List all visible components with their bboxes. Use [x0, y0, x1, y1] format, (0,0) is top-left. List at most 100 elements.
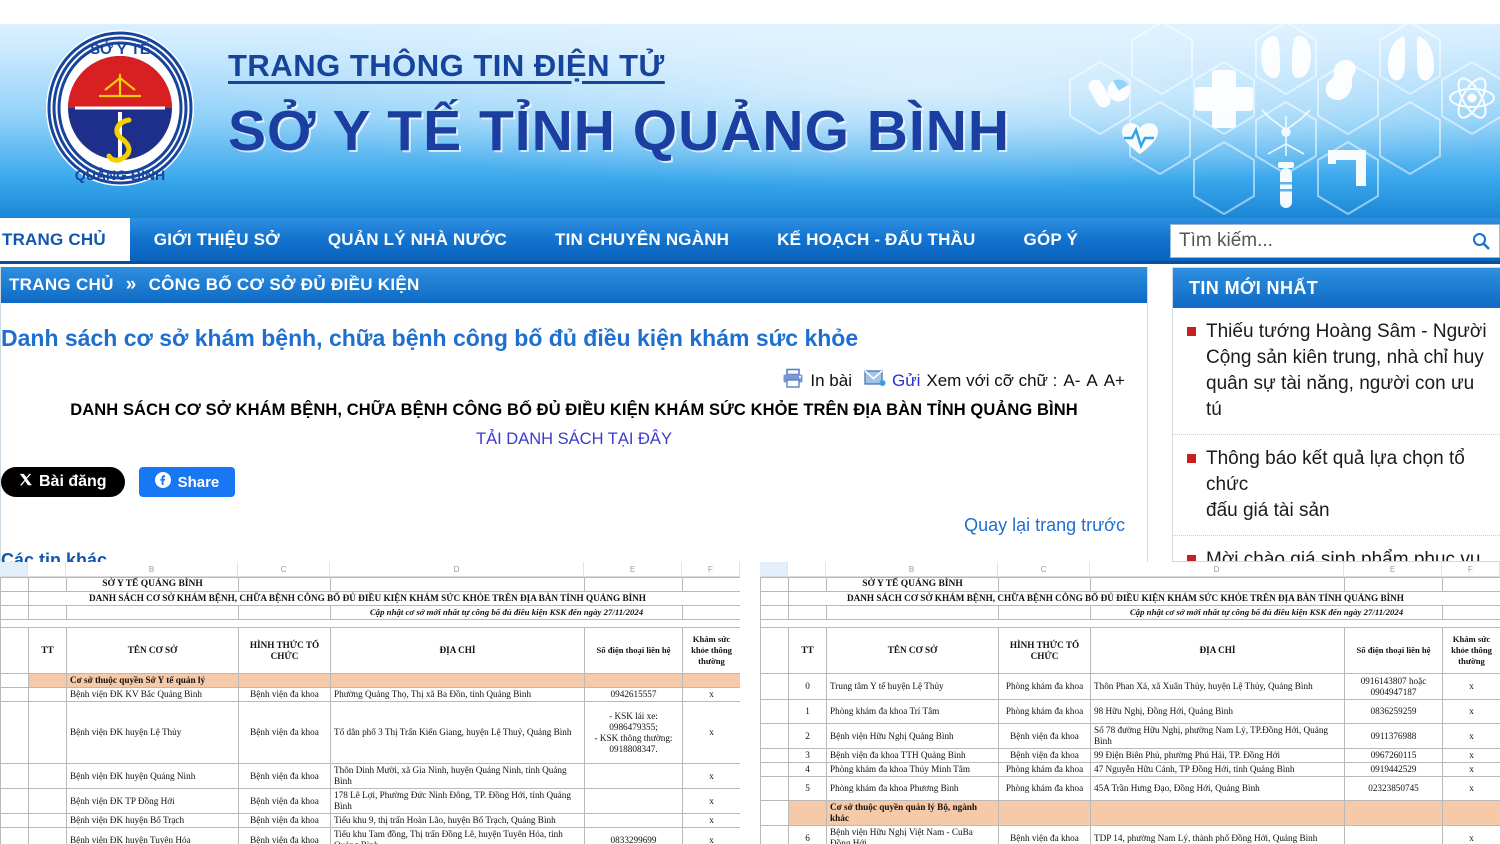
cell-name[interactable]: Bệnh viện ĐK TP Đồng Hới [67, 789, 239, 814]
cell-ksk[interactable]: x [1443, 749, 1500, 763]
column-header-row[interactable]: B C D E F [760, 562, 1500, 577]
cell-ksk[interactable]: x [683, 688, 741, 702]
back-link[interactable]: Quay lại trang trước [1, 515, 1147, 536]
table-row[interactable]: Bệnh viện ĐK KV Bắc Quảng Bình Bệnh viện… [1, 688, 741, 702]
cell-phone[interactable]: 0833299699 [585, 828, 683, 844]
table-row[interactable]: 3 Bệnh viện đa khoa TTH Quảng Bình Bệnh … [761, 749, 1500, 763]
cell-type[interactable]: Bệnh viện đa khoa [239, 828, 331, 844]
download-list-link[interactable]: TẢI DANH SÁCH TẠI ĐÂY [1, 430, 1147, 449]
nav-item-gop-y[interactable]: GÓP Ý [1000, 218, 1103, 261]
column-header-b[interactable]: B [826, 562, 998, 576]
sidebar-news-title[interactable]: Mời chào giá sinh phẩm phục vụ khám chữa… [1206, 547, 1480, 562]
cell-address[interactable]: Số 78 đường Hữu Nghị, phường Nam Lý, TP.… [1091, 724, 1345, 749]
main-navigation[interactable]: TRANG CHỦ GIỚI THIỆU SỞ QUẢN LÝ NHÀ NƯỚC… [0, 218, 1500, 264]
column-header-f[interactable]: F [1442, 562, 1500, 576]
cell-address[interactable]: 178 Lê Lợi, Phường Đức Ninh Đông, TP. Đồ… [331, 789, 585, 814]
cell-stt[interactable]: 2 [789, 724, 827, 749]
cell-stt[interactable]: 1 [789, 700, 827, 724]
cell-type[interactable]: Phòng khám đa khoa [999, 700, 1091, 724]
nav-item-trang-chu[interactable]: TRANG CHỦ [0, 218, 130, 261]
cell-name[interactable]: Bệnh viện ĐK huyện Bố Trạch [67, 814, 239, 828]
cell-ksk[interactable]: x [683, 702, 741, 764]
cell-address[interactable]: 45A Trần Hưng Đạo, Đồng Hới, Quảng Bình [1091, 777, 1345, 801]
cell-name[interactable]: Bệnh viện Hữu Nghị Quảng Bình [827, 724, 999, 749]
cell-address[interactable]: 99 Điện Biên Phủ, phường Phú Hải, TP. Đồ… [1091, 749, 1345, 763]
cell-stt[interactable]: 4 [789, 763, 827, 777]
cell-ksk[interactable]: x [1443, 674, 1500, 700]
cell-ksk[interactable]: x [683, 789, 741, 814]
cell-address[interactable] [1091, 801, 1345, 826]
nav-item-gioi-thieu-so[interactable]: GIỚI THIỆU SỞ [130, 218, 304, 261]
cell-phone[interactable]: 0942615557 [585, 688, 683, 702]
cell-phone[interactable] [585, 674, 683, 688]
cell-stt[interactable] [29, 828, 67, 844]
group-label[interactable]: Cơ sở thuộc quyền quản lý Bộ, ngành khác [827, 801, 999, 826]
cell-address[interactable]: Tiểu khu 9, thị trấn Hoàn Lão, huyện Bố … [331, 814, 585, 828]
column-header-a[interactable] [760, 562, 788, 576]
table-row[interactable]: Bệnh viện ĐK huyện Lệ Thủy Bệnh viện đa … [1, 702, 741, 764]
table-row[interactable]: 5 Phòng khám đa khoa Phương Bình Phòng k… [761, 777, 1500, 801]
cell-phone[interactable] [1345, 826, 1443, 844]
printer-icon[interactable] [782, 368, 804, 393]
cell-phone[interactable]: 0919442529 [1345, 763, 1443, 777]
cell-phone[interactable]: 0836259259 [1345, 700, 1443, 724]
table-row[interactable]: 2 Bệnh viện Hữu Nghị Quảng Bình Bệnh việ… [761, 724, 1500, 749]
cell-stt[interactable] [789, 801, 827, 826]
column-header-stt[interactable] [28, 562, 66, 576]
cell-address[interactable]: Phường Quảng Thọ, Thị xã Ba Đồn, tỉnh Qu… [331, 688, 585, 702]
cell-name[interactable]: Phòng khám đa khoa Trí Tâm [827, 700, 999, 724]
cell-name[interactable]: Bệnh viện ĐK KV Bắc Quảng Bình [67, 688, 239, 702]
list-item[interactable]: Mời chào giá sinh phẩm phục vụ khám chữa… [1173, 536, 1500, 562]
cell-type[interactable]: Bệnh viện đa khoa [239, 814, 331, 828]
cell-address[interactable]: 47 Nguyễn Hữu Cảnh, TP Đồng Hới, tỉnh Qu… [1091, 763, 1345, 777]
cell-name[interactable]: Bệnh viện ĐK huyện Tuyên Hóa [67, 828, 239, 844]
cell-ksk[interactable]: x [683, 814, 741, 828]
cell-type[interactable] [239, 674, 331, 688]
cell-address[interactable]: Tiểu khu Tam đồng, Thị trấn Đồng Lê, huy… [331, 828, 585, 844]
cell-name[interactable]: Trung tâm Y tế huyện Lệ Thủy [827, 674, 999, 700]
cell-type[interactable]: Bệnh viện đa khoa [999, 749, 1091, 763]
cell-type[interactable]: Phòng khám đa khoa [999, 763, 1091, 777]
font-decrease-button[interactable]: A- [1063, 371, 1080, 391]
cell-phone[interactable]: 0911376988 [1345, 724, 1443, 749]
column-header-e[interactable]: E [1344, 562, 1442, 576]
column-header-stt[interactable] [788, 562, 826, 576]
cell-address[interactable]: Thôn Dinh Mười, xã Gia Ninh, huyện Quảng… [331, 764, 585, 789]
search-input[interactable] [1171, 226, 1463, 256]
cell-type[interactable]: Phòng khám đa khoa [999, 674, 1091, 700]
breadcrumb-home[interactable]: TRANG CHỦ [9, 275, 114, 295]
column-header-a[interactable] [0, 562, 28, 576]
list-item[interactable]: Thiếu tướng Hoàng Sâm - Người Cộng sản k… [1173, 308, 1500, 435]
cell-name[interactable]: Bệnh viện đa khoa TTH Quảng Bình [827, 749, 999, 763]
mail-icon[interactable] [864, 369, 886, 392]
sheet-table[interactable]: SỞ Y TẾ QUẢNG BÌNH DANH SÁCH CƠ SỞ KHÁM … [760, 577, 1500, 844]
cell-ksk[interactable]: x [1443, 826, 1500, 844]
cell-phone[interactable] [585, 789, 683, 814]
column-header-d[interactable]: D [1090, 562, 1344, 576]
cell-stt[interactable]: 3 [789, 749, 827, 763]
table-row[interactable]: Bệnh viện ĐK TP Đồng Hới Bệnh viện đa kh… [1, 789, 741, 814]
sidebar-news-title[interactable]: Thông báo kết quả lựa chọn tổ chức đấu g… [1206, 446, 1494, 524]
cell-address[interactable]: Tổ dân phố 3 Thị Trấn Kiến Giang, huyện … [331, 702, 585, 764]
share-x-button[interactable]: Bài đăng [1, 467, 125, 497]
cell-phone[interactable] [585, 764, 683, 789]
cell-ksk[interactable] [683, 674, 741, 688]
column-header-f[interactable]: F [682, 562, 740, 576]
table-row[interactable]: Bệnh viện ĐK huyện Bố Trạch Bệnh viện đa… [1, 814, 741, 828]
column-header-c[interactable]: C [238, 562, 330, 576]
nav-item-ke-hoach-dau-thau[interactable]: KẾ HOẠCH - ĐẤU THẦU [753, 218, 999, 261]
cell-name[interactable]: Bệnh viện Hữu Nghị Việt Nam - CuBa Đồng … [827, 826, 999, 844]
sheet-table[interactable]: SỞ Y TẾ QUẢNG BÌNH DANH SÁCH CƠ SỞ KHÁM … [0, 577, 740, 844]
cell-ksk[interactable]: x [1443, 700, 1500, 724]
cell-stt[interactable] [29, 764, 67, 789]
cell-stt[interactable] [29, 674, 67, 688]
table-row[interactable]: 4 Phòng khám đa khoa Thủy Minh Tâm Phòng… [761, 763, 1500, 777]
table-row[interactable]: Bệnh viện ĐK huyện Tuyên Hóa Bệnh viện đ… [1, 828, 741, 844]
search-icon[interactable] [1463, 225, 1499, 257]
cell-type[interactable]: Bệnh viện đa khoa [239, 688, 331, 702]
spreadsheet-left[interactable]: B C D E F SỞ Y TẾ QUẢNG BÌNH DANH SÁCH C… [0, 562, 740, 844]
cell-type[interactable]: Bệnh viện đa khoa [239, 789, 331, 814]
cell-type[interactable]: Bệnh viện đa khoa [999, 724, 1091, 749]
group-label[interactable]: Cơ sở thuộc quyền Sở Y tế quản lý [67, 674, 239, 688]
font-normal-button[interactable]: A [1086, 371, 1097, 391]
